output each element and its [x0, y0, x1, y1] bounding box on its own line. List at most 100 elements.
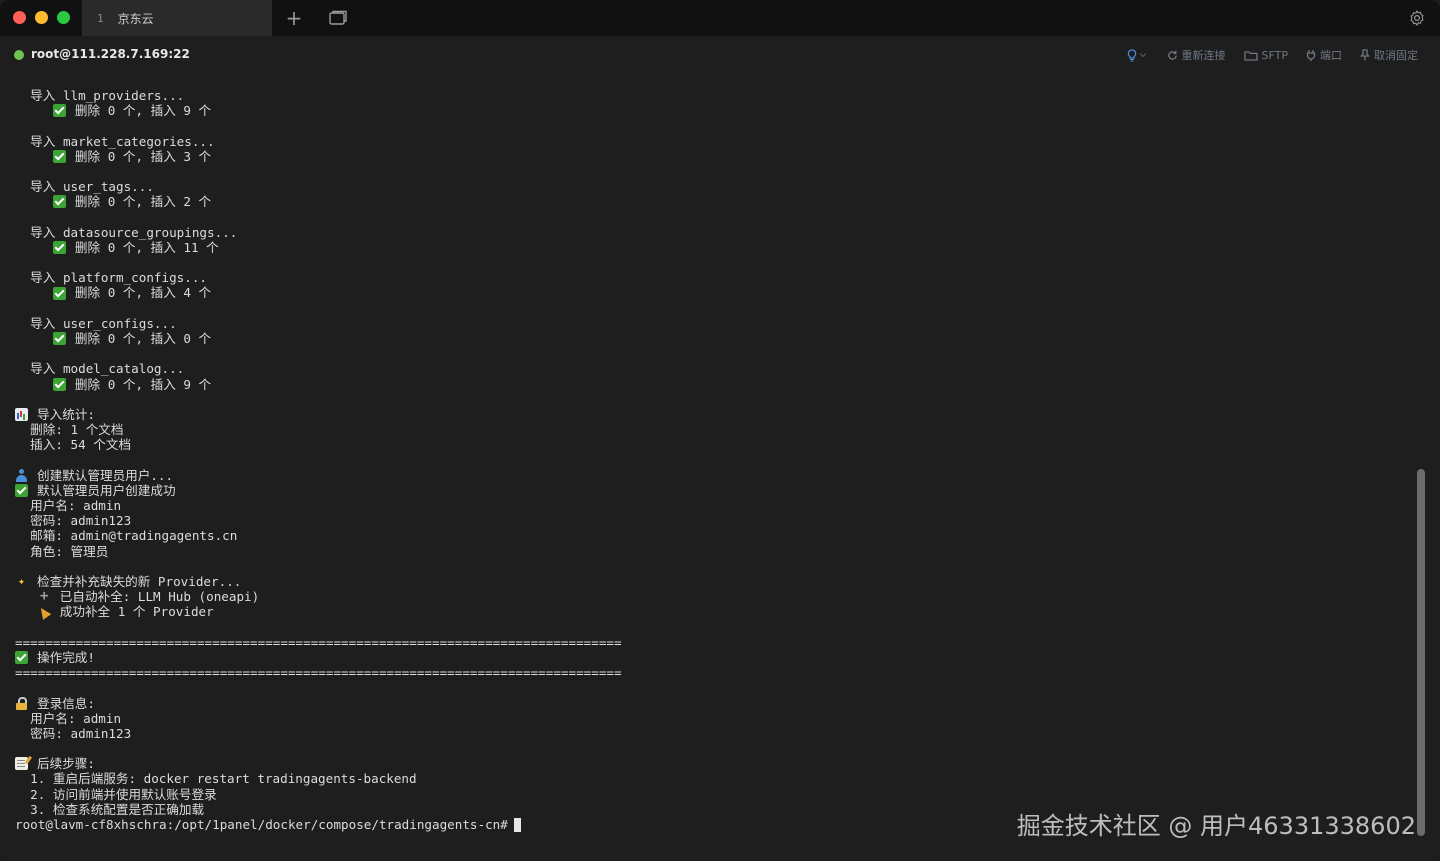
check-mark-icon — [52, 149, 66, 163]
terminal-line-text: 角色: 管理员 — [30, 543, 109, 559]
shell-prompt: root@lavm-cf8xhschra:/opt/1panel/docker/… — [15, 817, 508, 832]
user-icon — [15, 468, 28, 482]
terminal-line-text: 检查并补充缺失的新 Provider... — [37, 574, 242, 589]
terminal-line: 导入 user_tags... — [15, 179, 1405, 194]
tab-session[interactable]: 1 京东云 — [82, 0, 272, 36]
terminal-line: 1. 重启后端服务: docker restart tradingagents-… — [15, 771, 1405, 786]
host-address: root@111.228.7.169:22 — [31, 47, 190, 61]
terminal-line: 导入 market_categories... — [15, 134, 1405, 149]
terminal-line: 导入 llm_providers... — [15, 88, 1405, 103]
terminal-line-text: 导入 market_categories... — [30, 133, 215, 149]
tab-number: 1 — [97, 11, 104, 25]
sftp-button[interactable]: SFTP — [1243, 48, 1288, 62]
terminal-line: 删除 0 个, 插入 2 个 — [15, 194, 1405, 209]
chevron-down-icon — [1139, 53, 1146, 58]
terminal-line: 创建默认管理员用户... — [15, 468, 1405, 483]
terminal-line: 插入: 54 个文档 — [15, 437, 1405, 452]
zoom-window-button[interactable] — [57, 11, 70, 24]
check-mark-icon — [52, 332, 66, 346]
terminal-line: 密码: admin123 — [15, 726, 1405, 741]
title-bar: 1 京东云 + — [0, 0, 1440, 36]
terminal-line-text: 导入 user_configs... — [30, 315, 177, 331]
unpin-button[interactable]: 取消固定 — [1360, 47, 1418, 63]
terminal-line-text: 后续步骤: — [37, 756, 95, 772]
refresh-icon — [1167, 50, 1177, 60]
terminal-line-text: 密码: admin123 — [30, 513, 132, 529]
terminal-line: 登录信息: — [15, 696, 1405, 711]
terminal-line: 操作完成! — [15, 650, 1405, 665]
folder-icon — [1243, 50, 1258, 61]
lightbulb-icon — [1127, 48, 1136, 62]
close-window-button[interactable] — [13, 11, 26, 24]
terminal-line-text: 创建默认管理员用户... — [37, 467, 174, 483]
check-mark-icon — [52, 240, 66, 254]
terminal-line: 导入统计: — [15, 407, 1405, 422]
terminal-line: 导入 platform_configs... — [15, 270, 1405, 285]
terminal-line-text: 1. 重启后端服务: docker restart tradingagents-… — [30, 771, 417, 787]
terminal-line-text: ========================================… — [15, 665, 622, 681]
terminal-line: 2. 访问前端并使用默认账号登录 — [15, 787, 1405, 802]
party-popper-icon — [38, 605, 51, 618]
pin-icon — [1360, 49, 1370, 61]
terminal-line: 删除 0 个, 插入 3 个 — [15, 149, 1405, 164]
terminal-line: ========================================… — [15, 665, 1405, 680]
terminal-line-text: 删除 0 个, 插入 9 个 — [74, 376, 212, 392]
reconnect-label: 重新连接 — [1181, 49, 1226, 62]
terminal-line-text: 已自动补全: LLM Hub (oneapi) — [59, 589, 260, 605]
scrollbar-thumb[interactable] — [1417, 469, 1425, 836]
terminal-window: 1 京东云 + root@111.228.7.169:22 重新连接 SFTP … — [0, 0, 1440, 861]
terminal-line-text: 删除: 1 个文档 — [30, 422, 124, 438]
terminal-line-text: 用户名: admin — [30, 498, 122, 514]
terminal-line-text: 导入 platform_configs... — [30, 270, 208, 286]
port-label: 端口 — [1320, 49, 1342, 62]
terminal-output[interactable]: 导入 llm_providers... 删除 0 个, 插入 9 个 导入 ma… — [15, 88, 1405, 848]
reconnect-button[interactable]: 重新连接 — [1167, 47, 1226, 63]
terminal-line-text: 密码: admin123 — [30, 725, 132, 741]
lock-icon — [15, 696, 28, 710]
terminal-line: 密码: admin123 — [15, 513, 1405, 528]
terminal-line: 删除 0 个, 插入 9 个 — [15, 377, 1405, 392]
terminal-line: 导入 model_catalog... — [15, 361, 1405, 376]
new-window-icon[interactable] — [326, 8, 348, 28]
plus-icon: + — [40, 588, 49, 605]
port-button[interactable]: 端口 — [1306, 47, 1342, 63]
unpin-label: 取消固定 — [1374, 49, 1418, 62]
check-mark-icon — [52, 104, 66, 118]
check-mark-icon — [52, 195, 66, 209]
terminal-line: 导入 datasource_groupings... — [15, 225, 1405, 240]
sparkles-icon: ✦ — [17, 574, 26, 589]
terminal-line: 用户名: admin — [15, 498, 1405, 513]
gear-icon[interactable] — [1408, 9, 1426, 27]
terminal-line: 后续步骤: — [15, 756, 1405, 771]
tips-dropdown[interactable] — [1127, 48, 1149, 62]
check-mark-icon — [52, 286, 66, 300]
terminal-line: 默认管理员用户创建成功 — [15, 483, 1405, 498]
terminal-line: 删除 0 个, 插入 0 个 — [15, 331, 1405, 346]
terminal-line: 删除 0 个, 插入 4 个 — [15, 285, 1405, 300]
terminal-line-text: ========================================… — [15, 634, 622, 650]
terminal-line-text: 登录信息: — [37, 695, 95, 711]
sftp-label: SFTP — [1261, 48, 1288, 62]
terminal-line-text: 成功补全 1 个 Provider — [59, 604, 214, 620]
terminal-line-text: 删除 0 个, 插入 0 个 — [74, 331, 212, 346]
watermark: 掘金技术社区 @ 用户46331338602 — [1016, 812, 1416, 840]
terminal-line: ✦ 检查并补充缺失的新 Provider... — [15, 574, 1405, 589]
terminal-line: 删除 0 个, 插入 9 个 — [15, 103, 1405, 118]
terminal-line-text: 导入 llm_providers... — [30, 88, 185, 103]
terminal-line: + 已自动补全: LLM Hub (oneapi) — [15, 589, 1405, 604]
connection-status-indicator — [14, 50, 24, 60]
terminal-line: 导入 user_configs... — [15, 316, 1405, 331]
terminal-line-text: 导入 user_tags... — [30, 179, 154, 195]
terminal-cursor — [513, 817, 521, 832]
new-tab-plus-icon[interactable]: + — [283, 7, 305, 29]
minimize-window-button[interactable] — [35, 11, 48, 24]
